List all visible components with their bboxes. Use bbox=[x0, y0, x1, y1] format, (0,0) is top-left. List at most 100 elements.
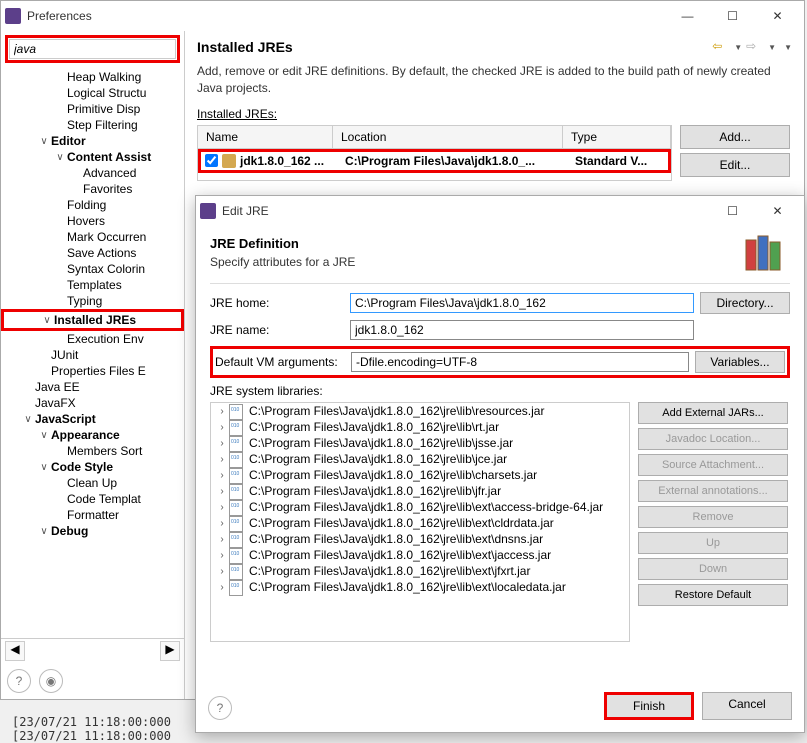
library-item[interactable]: ›C:\Program Files\Java\jdk1.8.0_162\jre\… bbox=[211, 499, 629, 515]
help-button[interactable]: ? bbox=[7, 669, 31, 693]
tree-item[interactable]: ∨JavaScript bbox=[1, 411, 184, 427]
tree-item[interactable]: Step Filtering bbox=[1, 117, 184, 133]
jar-icon bbox=[229, 548, 245, 562]
tree-item[interactable]: Advanced bbox=[1, 165, 184, 181]
scroll-left-button[interactable]: ◀ bbox=[5, 641, 25, 661]
dialog-maximize-button[interactable]: ☐ bbox=[710, 197, 755, 225]
page-menu[interactable]: ▼ bbox=[784, 43, 792, 52]
tree-item[interactable]: ∨Code Style bbox=[1, 459, 184, 475]
library-item[interactable]: ›C:\Program Files\Java\jdk1.8.0_162\jre\… bbox=[211, 515, 629, 531]
library-path: C:\Program Files\Java\jdk1.8.0_162\jre\l… bbox=[249, 580, 566, 594]
tree-item[interactable]: Clean Up bbox=[1, 475, 184, 491]
jre-name-input[interactable] bbox=[350, 320, 694, 340]
jre-checkbox[interactable] bbox=[205, 154, 218, 167]
library-item[interactable]: ›C:\Program Files\Java\jdk1.8.0_162\jre\… bbox=[211, 435, 629, 451]
vm-args-label: Default VM arguments: bbox=[215, 355, 351, 369]
edit-jre-button[interactable]: Edit... bbox=[680, 153, 790, 177]
library-item[interactable]: ›C:\Program Files\Java\jdk1.8.0_162\jre\… bbox=[211, 403, 629, 419]
tree-label: JavaFX bbox=[35, 396, 76, 410]
tree-item[interactable]: Folding bbox=[1, 197, 184, 213]
system-libraries-list[interactable]: › C:\Program Files\Java\jdk1.8.0_162\jre\… bbox=[210, 402, 630, 642]
tree-item[interactable]: Code Templat bbox=[1, 491, 184, 507]
add-external-jars-button[interactable]: Add External JARs... bbox=[638, 402, 788, 424]
tree-item[interactable]: Java EE bbox=[1, 379, 184, 395]
jre-row-highlight[interactable]: jdk1.8.0_162 ... C:\Program Files\Java\j… bbox=[198, 149, 671, 173]
tree-item[interactable]: Primitive Disp bbox=[1, 101, 184, 117]
tree-item[interactable]: Typing bbox=[1, 293, 184, 309]
finish-button[interactable]: Finish bbox=[604, 692, 694, 720]
edit-jre-dialog: Edit JRE ☐ ✕ JRE Definition Specify attr… bbox=[195, 195, 805, 733]
variables-button[interactable]: Variables... bbox=[695, 351, 785, 373]
library-path: C:\Program Files\Java\jdk1.8.0_162\jre\l… bbox=[249, 516, 554, 530]
jre-list-label: Installed JREs: bbox=[197, 107, 792, 121]
jre-icon bbox=[222, 154, 236, 168]
directory-button[interactable]: Directory... bbox=[700, 292, 790, 314]
tree-item[interactable]: ∨Appearance bbox=[1, 427, 184, 443]
tree-item[interactable]: Templates bbox=[1, 277, 184, 293]
tree-item[interactable]: Mark Occurren bbox=[1, 229, 184, 245]
col-location[interactable]: Location bbox=[333, 126, 563, 148]
tree-item[interactable]: Properties Files E bbox=[1, 363, 184, 379]
col-name[interactable]: Name bbox=[198, 126, 333, 148]
scroll-right-button[interactable]: ▶ bbox=[160, 641, 180, 661]
library-item[interactable]: ›C:\Program Files\Java\jdk1.8.0_162\jre\… bbox=[211, 547, 629, 563]
jre-home-input[interactable] bbox=[350, 293, 694, 313]
tree-item[interactable]: Favorites bbox=[1, 181, 184, 197]
source-attachment-button[interactable]: Source Attachment... bbox=[638, 454, 788, 476]
tree-item[interactable]: Save Actions bbox=[1, 245, 184, 261]
preferences-sidebar: Heap WalkingLogical StructuPrimitive Dis… bbox=[1, 31, 185, 699]
nav-forward-icon[interactable]: ⇨ bbox=[746, 39, 764, 55]
tree-item[interactable]: Logical Structu bbox=[1, 85, 184, 101]
dialog-close-button[interactable]: ✕ bbox=[755, 197, 800, 225]
jre-name-label: JRE name: bbox=[210, 323, 350, 337]
library-item[interactable]: ›C:\Program Files\Java\jdk1.8.0_162\jre\… bbox=[211, 531, 629, 547]
dialog-help-button[interactable]: ? bbox=[208, 696, 232, 720]
library-item[interactable]: ›C:\Program Files\Java\jdk1.8.0_162\jre\… bbox=[211, 467, 629, 483]
library-item[interactable]: ›C:\Program Files\Java\jdk1.8.0_162\jre\… bbox=[211, 451, 629, 467]
tree-item[interactable]: JavaFX bbox=[1, 395, 184, 411]
remove-button[interactable]: Remove bbox=[638, 506, 788, 528]
external-annotations-button[interactable]: External annotations... bbox=[638, 480, 788, 502]
tree-item[interactable]: Hovers bbox=[1, 213, 184, 229]
page-title: Installed JREs bbox=[197, 39, 712, 55]
vm-args-input[interactable] bbox=[351, 352, 689, 372]
tree-label: Templates bbox=[67, 278, 122, 292]
record-button[interactable]: ◉ bbox=[39, 669, 63, 693]
add-jre-button[interactable]: Add... bbox=[680, 125, 790, 149]
filter-input[interactable] bbox=[9, 39, 176, 59]
tree-item[interactable]: ∨Editor bbox=[1, 133, 184, 149]
library-item[interactable]: ›C:\Program Files\Java\jdk1.8.0_162\jre\… bbox=[211, 483, 629, 499]
tree-item[interactable]: Heap Walking bbox=[1, 69, 184, 85]
tree-item[interactable]: ∨Debug bbox=[1, 523, 184, 539]
tree-item[interactable]: Formatter bbox=[1, 507, 184, 523]
library-item[interactable]: ›C:\Program Files\Java\jdk1.8.0_162\jre\… bbox=[211, 579, 629, 595]
tree-item[interactable]: JUnit bbox=[1, 347, 184, 363]
javadoc-location-button[interactable]: Javadoc Location... bbox=[638, 428, 788, 450]
twisty-icon: ∨ bbox=[37, 526, 51, 537]
nav-back-icon[interactable]: ⇦ bbox=[712, 39, 730, 55]
up-button[interactable]: Up bbox=[638, 532, 788, 554]
tree-item[interactable]: ∨Content Assist bbox=[1, 149, 184, 165]
nav-forward-menu[interactable]: ▼ bbox=[768, 43, 776, 52]
twisty-icon: › bbox=[215, 486, 229, 497]
jre-table: Name Location Type jdk1.8.0_162 ... C:\P… bbox=[197, 125, 672, 181]
close-button[interactable]: ✕ bbox=[755, 2, 800, 30]
nav-back-menu[interactable]: ▼ bbox=[734, 43, 742, 52]
col-type[interactable]: Type bbox=[563, 126, 671, 148]
tree-label: Heap Walking bbox=[67, 70, 141, 84]
cancel-button[interactable]: Cancel bbox=[702, 692, 792, 720]
tree-label: Code Style bbox=[51, 460, 113, 474]
minimize-button[interactable]: — bbox=[665, 2, 710, 30]
tree-item[interactable]: Execution Env bbox=[1, 331, 184, 347]
maximize-button[interactable]: ☐ bbox=[710, 2, 755, 30]
library-item[interactable]: ›C:\Program Files\Java\jdk1.8.0_162\jre\… bbox=[211, 419, 629, 435]
tree-item[interactable]: ∨Installed JREs bbox=[1, 309, 184, 331]
tree-item[interactable]: Members Sort bbox=[1, 443, 184, 459]
restore-default-button[interactable]: Restore Default bbox=[638, 584, 788, 606]
library-item[interactable]: ›C:\Program Files\Java\jdk1.8.0_162\jre\… bbox=[211, 563, 629, 579]
jar-icon bbox=[229, 564, 245, 578]
preferences-tree[interactable]: Heap WalkingLogical StructuPrimitive Dis… bbox=[1, 67, 184, 638]
tree-item[interactable]: Syntax Colorin bbox=[1, 261, 184, 277]
tree-label: Step Filtering bbox=[67, 118, 138, 132]
down-button[interactable]: Down bbox=[638, 558, 788, 580]
